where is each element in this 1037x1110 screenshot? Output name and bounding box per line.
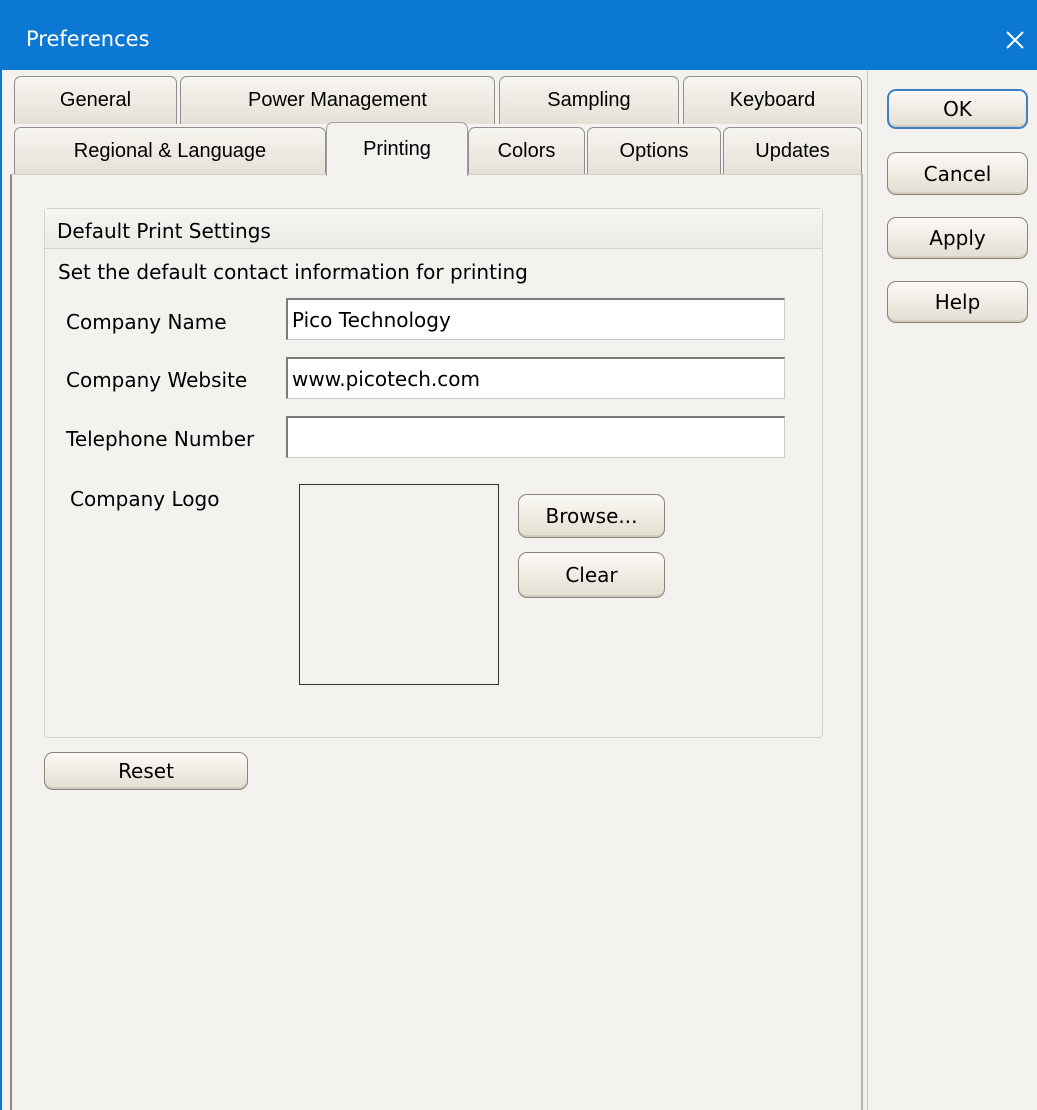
- group-header: Default Print Settings: [45, 209, 822, 249]
- close-button[interactable]: [993, 18, 1037, 62]
- reset-button-label: Reset: [118, 759, 174, 783]
- tab-label: Regional & Language: [73, 140, 267, 162]
- ok-button-label: OK: [943, 97, 972, 121]
- cancel-button-label: Cancel: [923, 161, 992, 186]
- apply-button-label: Apply: [929, 226, 986, 250]
- tab-label: Power Management: [248, 89, 427, 111]
- tab-label: Colors: [497, 140, 556, 162]
- cancel-button[interactable]: Cancel: [887, 152, 1028, 195]
- tab-power-management[interactable]: Power Management: [180, 76, 495, 124]
- tab-options[interactable]: Options: [587, 127, 721, 175]
- tab-label: Keyboard: [729, 89, 816, 111]
- company-website-label: Company Website: [66, 368, 248, 392]
- company-name-label: Company Name: [66, 310, 227, 334]
- tab-updates[interactable]: Updates: [723, 127, 862, 175]
- telephone-number-input[interactable]: [286, 416, 785, 458]
- title-bar[interactable]: Preferences: [0, 0, 1037, 70]
- clear-button[interactable]: Clear: [518, 552, 665, 598]
- tab-label: Sampling: [547, 89, 631, 111]
- browse-button[interactable]: Browse...: [518, 494, 665, 538]
- help-button[interactable]: Help: [887, 281, 1028, 323]
- help-button-label: Help: [934, 290, 981, 314]
- tab-label: Updates: [755, 140, 830, 162]
- tab-keyboard[interactable]: Keyboard: [683, 76, 862, 124]
- company-name-input[interactable]: Pico Technology: [286, 298, 785, 340]
- window-border: [0, 70, 2, 1110]
- tab-sampling[interactable]: Sampling: [499, 76, 679, 124]
- reset-button[interactable]: Reset: [44, 752, 248, 790]
- tab-label: Options: [619, 140, 689, 162]
- tab-regional-language[interactable]: Regional & Language: [14, 127, 326, 175]
- tab-label: Printing: [363, 138, 431, 160]
- browse-button-label: Browse...: [545, 504, 638, 528]
- tab-label: General: [59, 89, 132, 111]
- window-title: Preferences: [26, 27, 150, 51]
- company-logo-preview: [299, 484, 499, 685]
- company-website-input[interactable]: www.picotech.com: [286, 357, 785, 399]
- company-logo-label: Company Logo: [70, 487, 220, 511]
- tab-colors[interactable]: Colors: [468, 127, 585, 175]
- apply-button[interactable]: Apply: [887, 217, 1028, 259]
- group-title: Default Print Settings: [57, 219, 271, 243]
- ok-button[interactable]: OK: [887, 89, 1028, 129]
- tab-printing[interactable]: Printing: [326, 122, 468, 176]
- telephone-number-label: Telephone Number: [66, 427, 255, 451]
- close-icon: [1006, 31, 1024, 49]
- tab-general[interactable]: General: [14, 76, 177, 124]
- description-text: Set the default contact information for …: [58, 260, 528, 284]
- clear-button-label: Clear: [565, 563, 618, 587]
- button-column-divider: [867, 70, 868, 1110]
